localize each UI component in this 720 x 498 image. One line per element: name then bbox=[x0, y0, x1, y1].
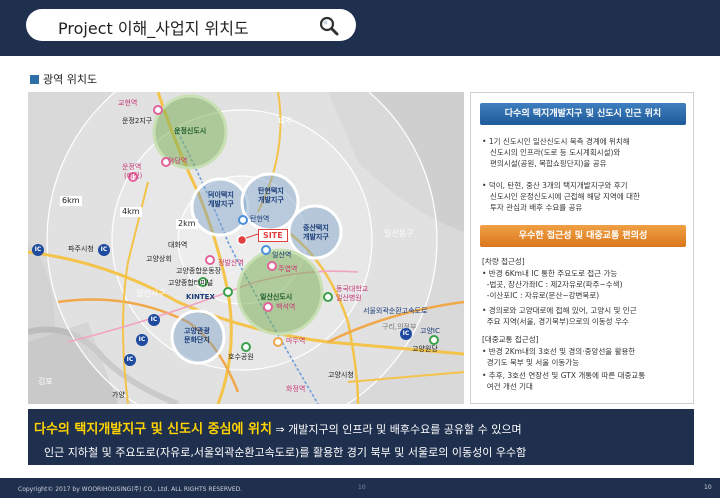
place-paju-city-area: 파주시청 bbox=[68, 245, 94, 253]
station-ilsan: 일산역 bbox=[272, 251, 292, 259]
landmark-goyang-sports: 고양종합운동장 bbox=[176, 267, 222, 275]
box1-bullet-1-line2: 신도시의 인프라(도로 등 도시계획시설)와 bbox=[490, 148, 621, 157]
summary-arrow: ⇒ bbox=[271, 423, 289, 436]
district-deogi-line1: 덕이택지 bbox=[208, 191, 234, 199]
summary-rest: 개발지구의 인프라 및 배후수요를 공유할 수 있으며 bbox=[288, 423, 522, 436]
box1-bullet-2-line3: 투자 관심과 배후 수요를 공유 bbox=[490, 203, 583, 212]
place-gayang: 가양 bbox=[112, 391, 125, 399]
station-yadang: 야당역 bbox=[168, 157, 188, 165]
car-line-5: 주요 지역(서울, 경기북부)으로의 이동성 우수 bbox=[482, 317, 629, 326]
box1-bullet-2-line2: 신도시인 운정신도시에 근접해 해당 지역에 대한 bbox=[490, 192, 640, 201]
footer-page-number: 10 bbox=[704, 484, 712, 491]
district-jungsan-line2: 개발지구 bbox=[303, 233, 329, 241]
place-goyang-market: 고양상회 bbox=[146, 255, 172, 263]
transit-line-1: • 반경 2Km내의 3호선 및 경의·중앙선을 활용한 bbox=[482, 347, 636, 356]
summary-emphasis: 다수의 택지개발지구 및 신도시 중심에 위치 bbox=[34, 422, 272, 437]
radius-label-2km: 2km bbox=[176, 219, 198, 229]
car-line-1: • 반경 6Km내 IC 통한 주요도로 접근 가능 bbox=[482, 269, 618, 278]
district-jungsan-line1: 중산택지 bbox=[303, 224, 329, 232]
box1-title: 다수의 택지개발지구 및 신도시 인근 위치 bbox=[480, 103, 686, 125]
station-unjeong-planned: (예정) bbox=[124, 172, 143, 180]
station-baekseok: 백석역 bbox=[276, 303, 296, 311]
landmark-gov-office: 고양시청 bbox=[328, 371, 354, 379]
district-ilsan: 일산신도시 bbox=[260, 293, 293, 301]
place-goyang-ic: 고양IC bbox=[420, 327, 440, 335]
station-hwajeong: 화정역 bbox=[286, 385, 306, 393]
district-tanhyeon-line2: 개발지구 bbox=[258, 196, 284, 204]
search-icon[interactable] bbox=[318, 15, 340, 37]
district-goyang-tourism-line1: 고양관광 bbox=[184, 327, 210, 335]
district-deogi-line2: 개발지구 bbox=[208, 200, 234, 208]
transit-line-2: 경기도 북부 및 서울 이동가능 bbox=[482, 358, 580, 367]
landmark-kintex: KINTEX bbox=[186, 293, 215, 301]
transit-line-4: 여건 개선 기대 bbox=[482, 382, 533, 391]
box1-bullet-2: • 덕이, 탄현, 중산 3개의 택지개발지구와 후기 신도시인 운정신도시에 … bbox=[482, 180, 640, 213]
ic-badge-2: IC bbox=[98, 244, 110, 256]
landmark-goyang-terminal: 고양종합터미널 bbox=[168, 279, 214, 287]
car-line-3: -이산포IC : 자유로(문산~강변북로) bbox=[482, 291, 600, 300]
box1-bullet-1-line1: • 1기 신도시인 일산신도시 북측 경계에 위치해 bbox=[482, 137, 630, 146]
car-heading: [차량 접근성] bbox=[482, 257, 525, 266]
station-juyeop: 주엽역 bbox=[278, 265, 298, 273]
place-goyang-wondang: 고양원당 bbox=[412, 345, 438, 353]
section-square-icon bbox=[30, 75, 39, 84]
ic-badge-6: IC bbox=[400, 328, 412, 340]
district-tanhyeon-line1: 탄현택지 bbox=[258, 187, 284, 195]
place-ilsan-donggu: 일산동구 bbox=[384, 229, 414, 238]
station-daehwa: 대화역 bbox=[168, 241, 188, 249]
landmark-dongguk: 동국대학교 bbox=[336, 285, 369, 293]
station-madu: 마두역 bbox=[286, 337, 306, 345]
ic-badge-1: IC bbox=[32, 244, 44, 256]
landmark-ilsan-hospital: 일산병원 bbox=[336, 294, 362, 302]
district-unjeong: 운정신도시 bbox=[174, 127, 207, 135]
footer-page-center: 10 bbox=[358, 484, 366, 491]
page-title: Project 이해_사업지 위치도 bbox=[58, 19, 249, 38]
box2-title: 우수한 접근성 및 대중교통 편의성 bbox=[480, 225, 686, 247]
site-label: SITE bbox=[258, 229, 288, 242]
station-jeongbalsan: 정발산역 bbox=[218, 259, 244, 267]
summary-line-2: 인근 지하철 및 주요도로(자유로,서울외곽순환고속도로)를 활용한 경기 북부… bbox=[44, 446, 527, 459]
station-unjeong: 운정역 bbox=[122, 163, 142, 171]
place-gimpo: 김포 bbox=[38, 377, 53, 386]
transit-heading: [대중교통 접근성] bbox=[482, 335, 539, 344]
ic-badge-4: IC bbox=[136, 334, 148, 346]
landmark-lake-park: 호수공원 bbox=[228, 353, 254, 361]
place-unjeong-2: 운정2지구 bbox=[122, 117, 153, 125]
car-line-4: • 경의로와 고양대로에 접해 있어, 고양시 및 인근 bbox=[482, 306, 637, 315]
station-gyohyeon: 교현역 bbox=[118, 99, 138, 107]
box1-bullet-2-line1: • 덕이, 탄현, 중산 3개의 택지개발지구와 후기 bbox=[482, 181, 628, 190]
ic-badge-3: IC bbox=[148, 314, 160, 326]
place-paju: 파주 bbox=[278, 117, 293, 126]
place-guri-uijeongbu: 구리,의정부 bbox=[382, 323, 417, 331]
district-goyang-tourism-line2: 문화단지 bbox=[184, 336, 210, 344]
regional-location-map: 6km 4km 2km SITE 운정신도시 덕이택지 개발지구 탄현택지 개발… bbox=[28, 92, 464, 404]
car-line-2: -법곳, 장산가좌IC : 제2자유로(파주~수색) bbox=[482, 280, 623, 289]
box1-bullet-1-line3: 편의시설(공원, 복합쇼핑단지)을 공유 bbox=[490, 159, 607, 168]
place-ilsan-seogu: 일산서구 bbox=[136, 289, 166, 298]
box1-bullet-1: • 1기 신도시인 일산신도시 북측 경계에 위치해 신도시의 인프라(도로 등… bbox=[482, 136, 630, 169]
section-label: 광역 위치도 bbox=[30, 71, 97, 87]
radius-label-4km: 4km bbox=[120, 207, 142, 217]
summary-line-1: 다수의 택지개발지구 및 신도시 중심에 위치 ⇒ 개발지구의 인프라 및 배후… bbox=[34, 418, 522, 437]
footer-copyright: Copyright© 2017 by WOORIHOUSING(주) CO., … bbox=[18, 486, 243, 493]
station-tanhyeon: 탄현역 bbox=[250, 215, 270, 223]
ic-badge-5: IC bbox=[124, 354, 136, 366]
section-label-text: 광역 위치도 bbox=[43, 73, 98, 86]
radius-label-6km: 6km bbox=[60, 196, 82, 206]
transit-line-3: • 추후, 3호선 연장선 및 GTX 개통에 따른 대중교통 bbox=[482, 371, 646, 380]
place-seoul-ring: 서울외곽순환고속도로 bbox=[363, 307, 428, 315]
